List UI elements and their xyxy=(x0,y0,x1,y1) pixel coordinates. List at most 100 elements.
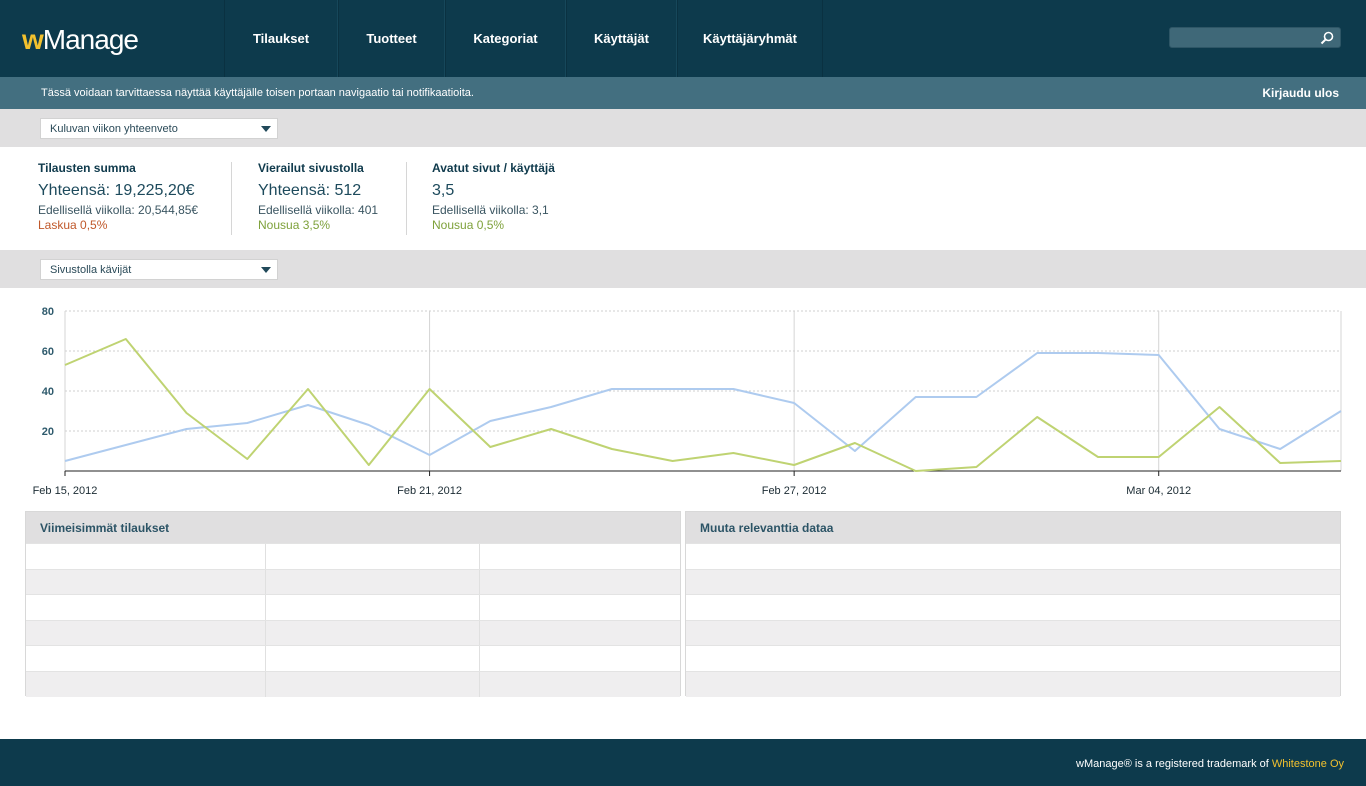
table-cell xyxy=(266,620,480,646)
latest-orders-panel: Viimeisimmät tilaukset xyxy=(25,511,681,697)
stat-previous: Edellisellä viikolla: 20,544,85€ xyxy=(38,203,199,217)
nav-label: Kategoriat xyxy=(473,31,538,46)
notification-text: Tässä voidaan tarvittaessa näyttää käytt… xyxy=(41,87,474,99)
main-nav: Tilaukset Tuotteet Kategoriat Käyttäjät … xyxy=(224,0,823,77)
nav-item-tilaukset[interactable]: Tilaukset xyxy=(224,0,338,77)
table-cell xyxy=(26,595,266,620)
stat-total: Yhteensä: 19,225,20€ xyxy=(38,182,195,199)
other-data-panel: Muuta relevanttia dataa xyxy=(685,511,1341,697)
divider xyxy=(406,162,407,235)
table-row xyxy=(26,670,680,697)
other-data-table xyxy=(686,543,1340,697)
summary-period-select[interactable]: Kuluvan viikon yhteenveto xyxy=(40,118,278,139)
stat-total: Yhteensä: 512 xyxy=(258,182,362,199)
search-input[interactable] xyxy=(1176,30,1316,46)
summary-filter-bar: Kuluvan viikon yhteenveto xyxy=(0,109,1366,147)
table-row xyxy=(26,543,680,569)
table-row xyxy=(686,670,1340,697)
nav-label: Tilaukset xyxy=(252,31,310,46)
table-row xyxy=(26,645,680,671)
panel-title: Viimeisimmät tilaukset xyxy=(26,512,680,543)
nav-item-kategoriat[interactable]: Kategoriat xyxy=(445,0,566,77)
search-icon[interactable] xyxy=(1320,31,1334,45)
nav-item-tuotteet[interactable]: Tuotteet xyxy=(338,0,445,77)
footer-text: wManage® is a registered trademark of Wh… xyxy=(1076,758,1344,770)
stat-orders-sum: Tilausten summa Yhteensä: 19,225,20€ Ede… xyxy=(38,161,198,235)
notification-bar: Tässä voidaan tarvittaessa näyttää käytt… xyxy=(0,77,1366,109)
table-cell xyxy=(26,544,266,569)
x-tick-label: Mar 04, 2012 xyxy=(1126,485,1191,497)
stat-title: Vierailut sivustolla xyxy=(258,161,364,175)
table-row xyxy=(686,594,1340,620)
stat-title: Tilausten summa xyxy=(38,161,136,175)
chart-metric-select[interactable]: Sivustolla kävijät xyxy=(40,259,278,280)
nav-item-kayttajat[interactable]: Käyttäjät xyxy=(566,0,677,77)
table-cell xyxy=(480,646,680,671)
logo-text: Manage xyxy=(42,24,139,55)
table-cell xyxy=(26,569,266,595)
table-cell xyxy=(266,544,480,569)
select-value: Sivustolla kävijät xyxy=(50,264,132,276)
stat-pages-per-user: Avatut sivut / käyttäjä 3,5 Edellisellä … xyxy=(432,161,555,235)
table-row xyxy=(26,594,680,620)
x-tick-label: Feb 27, 2012 xyxy=(762,485,827,497)
table-cell xyxy=(480,570,680,595)
chevron-down-icon xyxy=(261,267,271,273)
stat-change: Laskua 0,5% xyxy=(38,218,108,232)
company-link[interactable]: Whitestone Oy xyxy=(1272,758,1344,770)
nav-label: Käyttäjäryhmät xyxy=(703,31,797,46)
table-cell xyxy=(266,595,480,620)
logout-link[interactable]: Kirjaudu ulos xyxy=(1262,86,1339,100)
table-cell xyxy=(26,620,266,646)
stat-previous: Edellisellä viikolla: 3,1 xyxy=(432,203,549,217)
trademark-text: wManage® is a registered trademark of xyxy=(1076,758,1272,770)
table-cell xyxy=(26,646,266,671)
table-cell xyxy=(26,671,266,697)
chevron-down-icon xyxy=(261,126,271,132)
stat-title: Avatut sivut / käyttäjä xyxy=(432,161,555,175)
logo-w: w xyxy=(22,24,44,55)
table-cell xyxy=(686,595,1340,620)
table-row xyxy=(686,568,1340,595)
series-line-1 xyxy=(64,352,1342,462)
nav-label: Tuotteet xyxy=(366,31,417,46)
y-tick-label: 20 xyxy=(42,426,54,438)
chart-filter-bar: Sivustolla kävijät xyxy=(0,250,1366,288)
y-tick-label: 60 xyxy=(42,346,54,358)
table-row xyxy=(686,543,1340,569)
footer: wManage® is a registered trademark of Wh… xyxy=(0,739,1366,786)
stat-change: Nousua 0,5% xyxy=(432,218,505,232)
series-line-2 xyxy=(64,338,1342,472)
search-box xyxy=(1169,27,1341,48)
x-tick-label: Feb 15, 2012 xyxy=(33,485,98,497)
panel-title: Muuta relevanttia dataa xyxy=(686,512,1340,543)
x-tick-label: Feb 21, 2012 xyxy=(397,485,462,497)
stat-change: Nousua 3,5% xyxy=(258,218,331,232)
table-cell xyxy=(480,621,680,646)
visitors-line-chart: 20 40 60 80 Feb 15, 2012 Feb 21, 2012 Feb 27, … xyxy=(33,306,1342,497)
table-cell xyxy=(266,646,480,671)
table-cell xyxy=(686,570,1340,595)
stat-total: 3,5 xyxy=(432,182,455,199)
y-tick-label: 40 xyxy=(42,386,54,398)
divider xyxy=(231,162,232,235)
table-row xyxy=(686,645,1340,671)
select-value: Kuluvan viikon yhteenveto xyxy=(50,123,178,135)
table-cell xyxy=(266,569,480,595)
table-row xyxy=(686,619,1340,646)
table-cell xyxy=(480,672,680,697)
top-bar: wManage Tilaukset Tuotteet Kategoriat Kä… xyxy=(0,0,1366,77)
table-cell xyxy=(686,621,1340,646)
logo[interactable]: wManage xyxy=(22,24,139,56)
table-cell xyxy=(686,646,1340,671)
nav-label: Käyttäjät xyxy=(594,31,649,46)
nav-item-kayttajaryhmat[interactable]: Käyttäjäryhmät xyxy=(677,0,823,77)
table-cell xyxy=(480,544,680,569)
table-cell xyxy=(686,544,1340,569)
orders-table xyxy=(26,543,680,697)
table-cell xyxy=(480,595,680,620)
stat-site-visits: Vierailut sivustolla Yhteensä: 512 Edell… xyxy=(258,161,378,235)
table-row xyxy=(26,568,680,595)
y-tick-label: 80 xyxy=(42,306,54,318)
table-cell xyxy=(266,671,480,697)
